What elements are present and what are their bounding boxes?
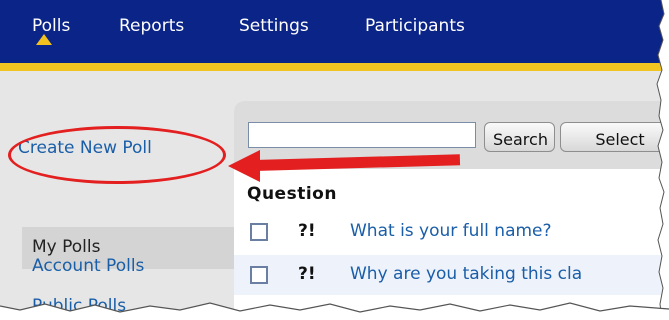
- question-speech-bubble-icon: ?!: [298, 264, 316, 284]
- column-header-question: Question: [247, 184, 337, 204]
- accent-divider: [0, 63, 669, 71]
- select-button[interactable]: Select: [560, 122, 669, 152]
- screenshot-frame: Polls Reports Settings Participants Crea…: [0, 0, 669, 320]
- callout-circle: [8, 126, 226, 184]
- nav-participants[interactable]: Participants: [365, 16, 465, 36]
- active-tab-pointer-icon: [36, 34, 52, 45]
- search-button[interactable]: Search: [484, 122, 555, 152]
- sidebar-item-account-polls[interactable]: Account Polls: [32, 256, 144, 276]
- nav-reports[interactable]: Reports: [119, 16, 184, 36]
- question-link[interactable]: Why are you taking this cla: [350, 264, 582, 284]
- question-link[interactable]: What is your full name?: [350, 221, 552, 241]
- sidebar-item-label: My Polls: [32, 237, 101, 257]
- nav-settings[interactable]: Settings: [239, 16, 309, 36]
- top-navigation: Polls Reports Settings Participants: [0, 0, 669, 63]
- torn-edge-bottom: [0, 302, 669, 320]
- callout-arrow-head-icon: [228, 150, 260, 182]
- row-checkbox[interactable]: [250, 266, 268, 284]
- row-checkbox[interactable]: [250, 223, 268, 241]
- search-input[interactable]: [248, 122, 476, 148]
- table-row[interactable]: ?! Why are you taking this cla: [234, 255, 669, 295]
- table-row[interactable]: ?! What is your full name?: [234, 212, 669, 252]
- nav-polls[interactable]: Polls: [32, 16, 70, 36]
- torn-edge-right: [656, 0, 669, 320]
- question-speech-bubble-icon: ?!: [298, 221, 316, 241]
